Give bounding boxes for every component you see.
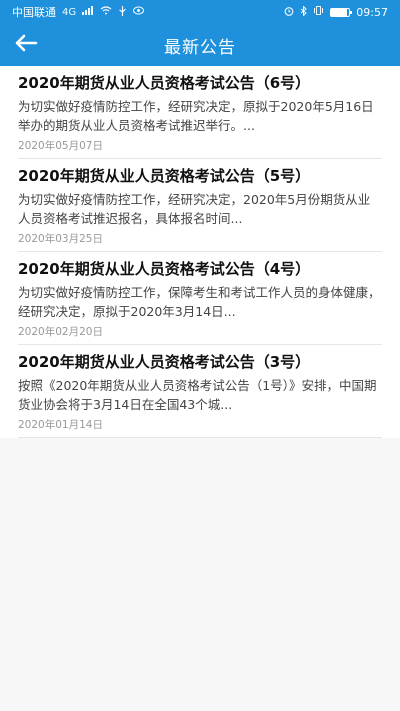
announcement-title: 2020年期货从业人员资格考试公告（3号） xyxy=(18,353,311,371)
announcement-title: 2020年期货从业人员资格考试公告（6号） xyxy=(18,74,311,92)
announcement-date: 2020年01月14日 xyxy=(18,419,103,431)
usb-icon xyxy=(118,5,127,19)
announcement-list: 2020年期货从业人员资格考试公告（6号） 为切实做好疫情防控工作，经研究决定，… xyxy=(0,66,400,438)
list-item[interactable]: 2020年期货从业人员资格考试公告（5号） 为切实做好疫情防控工作，经研究决定，… xyxy=(18,159,382,252)
battery-icon xyxy=(330,7,353,17)
vibrate-icon xyxy=(313,6,324,18)
alarm-icon xyxy=(284,6,294,19)
back-button[interactable] xyxy=(12,32,40,58)
announcement-summary: 为切实做好疫情防控工作，保障考生和考试工作人员的身体健康，经研究决定，原拟于20… xyxy=(18,285,381,319)
announcement-date: 2020年02月20日 xyxy=(18,326,103,338)
announcement-date: 2020年03月25日 xyxy=(18,233,103,245)
announcement-title: 2020年期货从业人员资格考试公告（5号） xyxy=(18,167,311,185)
app-bar: 最新公告 xyxy=(0,24,400,66)
network-type-label: 4G xyxy=(62,6,77,18)
announcement-date: 2020年05月07日 xyxy=(18,140,103,152)
wifi-icon xyxy=(100,6,112,18)
list-item[interactable]: 2020年期货从业人员资格考试公告（6号） 为切实做好疫情防控工作，经研究决定，… xyxy=(18,66,382,159)
arrow-left-icon xyxy=(14,34,38,56)
battery-level xyxy=(331,8,347,16)
announcement-summary: 为切实做好疫情防控工作，经研究决定，原拟于2020年5月16日举办的期货从业人员… xyxy=(18,99,374,133)
list-item[interactable]: 2020年期货从业人员资格考试公告（4号） 为切实做好疫情防控工作，保障考生和考… xyxy=(18,252,382,345)
status-bar: 中国联通 4G 09:57 xyxy=(0,0,400,24)
announcement-title: 2020年期货从业人员资格考试公告（4号） xyxy=(18,260,311,278)
announcement-summary: 为切实做好疫情防控工作，经研究决定，2020年5月份期货从业人员资格考试推迟报名… xyxy=(18,192,371,226)
carrier-label: 中国联通 xyxy=(12,6,56,19)
page-title: 最新公告 xyxy=(164,37,236,58)
announcement-summary: 按照《2020年期货从业人员资格考试公告（1号）》安排，中国期货业协会将于3月1… xyxy=(18,378,377,412)
eye-icon xyxy=(133,6,145,18)
bluetooth-icon xyxy=(300,4,308,19)
status-time: 09:57 xyxy=(356,5,388,19)
signal-icon xyxy=(82,6,94,18)
list-item[interactable]: 2020年期货从业人员资格考试公告（3号） 按照《2020年期货从业人员资格考试… xyxy=(18,345,382,438)
